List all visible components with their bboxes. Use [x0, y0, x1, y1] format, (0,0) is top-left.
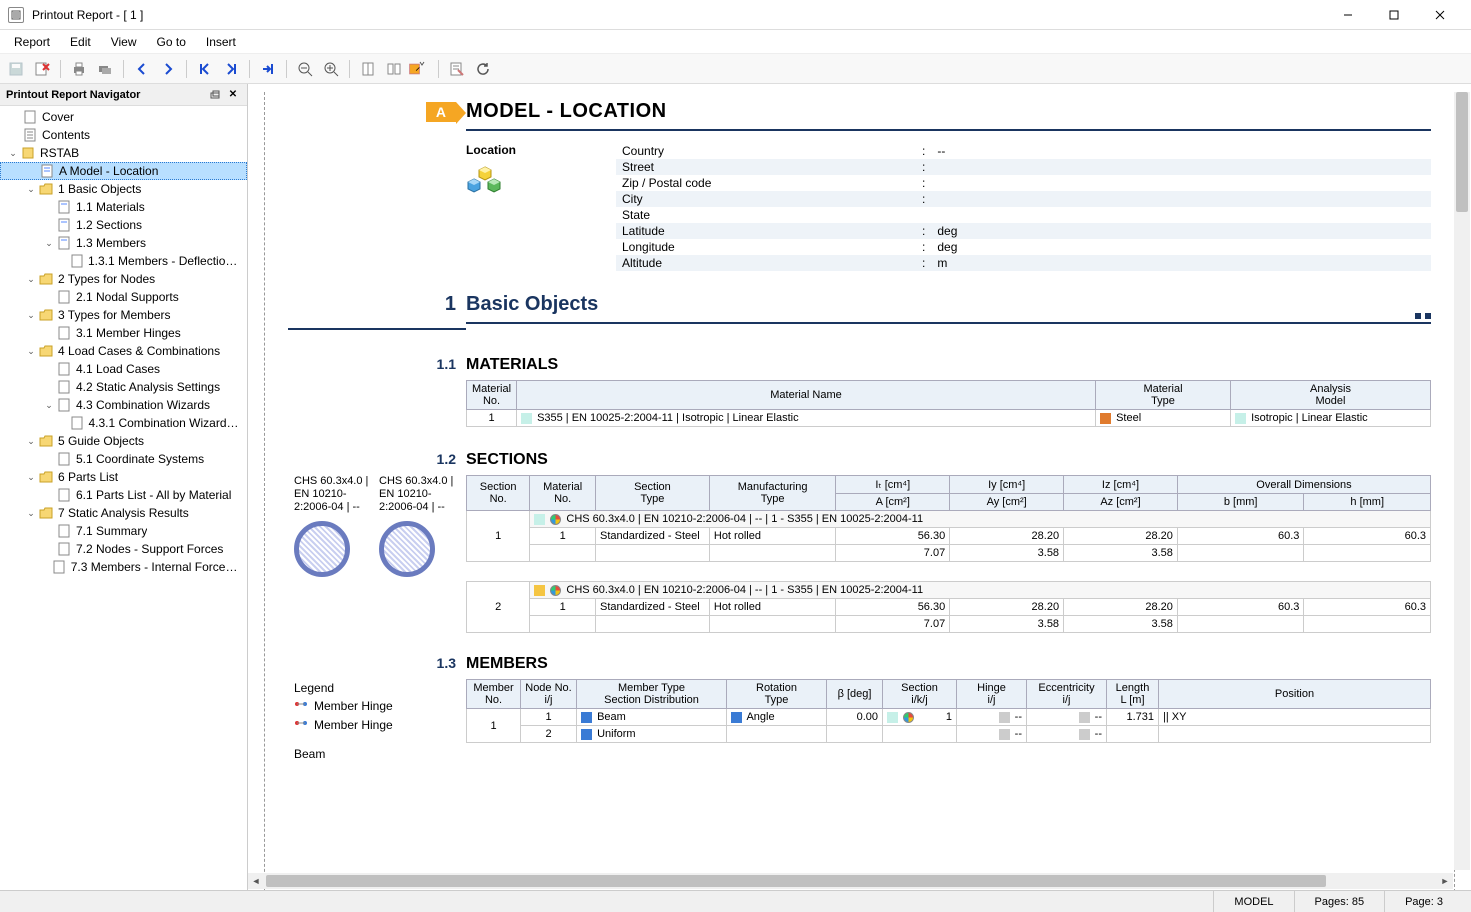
delete-report-icon[interactable] — [30, 57, 54, 81]
edit-list-icon[interactable] — [445, 57, 469, 81]
status-bar: MODEL Pages: 85 Page: 3 — [0, 890, 1471, 912]
nav-last-icon[interactable] — [219, 57, 243, 81]
two-pages-icon[interactable] — [382, 57, 406, 81]
app-icon — [8, 7, 24, 23]
tree-item-members[interactable]: ⌄1.3 Members — [0, 234, 247, 252]
section-marker-icon — [550, 514, 561, 525]
tree-item-rstab[interactable]: ⌄RSTAB — [0, 144, 247, 162]
tree-item-types-nodes[interactable]: ⌄2 Types for Nodes — [0, 270, 247, 288]
section-preview-2: CHS 60.3x4.0 | EN 10210-2:2006-04 | -- — [379, 475, 456, 577]
goto-selection-icon[interactable] — [256, 57, 280, 81]
horizontal-scrollbar[interactable]: ◄ ► — [248, 873, 1453, 889]
tree-item-contents[interactable]: Contents — [0, 126, 247, 144]
vertical-scrollbar[interactable] — [1454, 92, 1470, 870]
section-marker-icon — [550, 585, 561, 596]
materials-table: MaterialNo. Material Name MaterialType A… — [466, 380, 1431, 427]
chs-ring-icon — [379, 521, 435, 577]
status-pages: Pages: 85 — [1294, 891, 1385, 912]
section-preview-1: CHS 60.3x4.0 | EN 10210-2:2006-04 | -- — [294, 475, 371, 577]
sec13-num: 1.3 — [437, 653, 456, 671]
nav-prev-icon[interactable] — [130, 57, 154, 81]
maximize-button[interactable] — [1371, 0, 1417, 30]
menu-view[interactable]: View — [101, 33, 147, 51]
sec11-num: 1.1 — [437, 354, 456, 372]
navigator-panel: Printout Report Navigator ✕ Cover Conten… — [0, 84, 248, 890]
legend-member-hinge-2: Member Hinge — [294, 716, 456, 733]
tree-item-materials[interactable]: 1.1 Materials — [0, 198, 247, 216]
tree-item-load-cases-comb[interactable]: ⌄4 Load Cases & Combinations — [0, 342, 247, 360]
report-page: A MODEL - LOCATION Location — [264, 92, 1455, 890]
tree-item-static-results[interactable]: ⌄7 Static Analysis Results — [0, 504, 247, 522]
tree-item-coord-sys[interactable]: 5.1 Coordinate Systems — [0, 450, 247, 468]
legend-beam: Beam — [294, 747, 456, 761]
navigator-title: Printout Report Navigator — [6, 89, 140, 101]
refresh-icon[interactable] — [471, 57, 495, 81]
section-mark-icon — [1411, 308, 1431, 322]
navigator-header: Printout Report Navigator ✕ — [0, 84, 247, 106]
section-marker-icon — [903, 712, 914, 723]
tree-item-combo-wizards-sub[interactable]: 4.3.1 Combination Wizards - ... — [0, 414, 247, 432]
print-multi-icon[interactable] — [93, 57, 117, 81]
tree-item-lc[interactable]: 4.1 Load Cases — [0, 360, 247, 378]
sec11-title: MATERIALS — [466, 356, 1431, 380]
menu-insert[interactable]: Insert — [196, 33, 246, 51]
sec12-title: SECTIONS — [466, 451, 1431, 475]
location-heading: Location — [466, 143, 616, 157]
tree-item-types-members[interactable]: ⌄3 Types for Members — [0, 306, 247, 324]
chapter-title: MODEL - LOCATION — [466, 100, 1431, 129]
tree-item-member-hinges[interactable]: 3.1 Member Hinges — [0, 324, 247, 342]
navigator-tree[interactable]: Cover Contents ⌄RSTAB A Model - Location… — [0, 106, 247, 890]
members-table: MemberNo. Node No.i/j Member TypeSection… — [466, 679, 1431, 743]
navigator-close-icon[interactable]: ✕ — [225, 87, 241, 103]
menu-goto[interactable]: Go to — [147, 33, 196, 51]
sec12-num: 1.2 — [437, 449, 456, 467]
sec1-num: 1 — [445, 293, 456, 315]
zoom-out-icon[interactable] — [293, 57, 317, 81]
menu-report[interactable]: Report — [4, 33, 60, 51]
tree-item-cover[interactable]: Cover — [0, 108, 247, 126]
minimize-button[interactable] — [1325, 0, 1371, 30]
status-model: MODEL — [1213, 891, 1293, 912]
location-table: Country:-- Street: Zip / Postal code: Ci… — [616, 143, 1431, 271]
location-cubes-icon — [466, 165, 506, 204]
tree-item-parts-all[interactable]: 6.1 Parts List - All by Material — [0, 486, 247, 504]
tree-item-parts-list[interactable]: ⌄6 Parts List — [0, 468, 247, 486]
tree-item-nodal-supports[interactable]: 2.1 Nodal Supports — [0, 288, 247, 306]
save-icon[interactable] — [4, 57, 28, 81]
report-viewport[interactable]: A MODEL - LOCATION Location — [248, 84, 1471, 890]
zoom-in-icon[interactable] — [319, 57, 343, 81]
tree-item-summary[interactable]: 7.1 Summary — [0, 522, 247, 540]
tree-item-guide-objects[interactable]: ⌄5 Guide Objects — [0, 432, 247, 450]
chs-ring-icon — [294, 521, 350, 577]
tree-item-members-if[interactable]: 7.3 Members - Internal Forces by... — [0, 558, 247, 576]
navigator-dock-icon[interactable] — [207, 87, 223, 103]
page-width-icon[interactable] — [356, 57, 380, 81]
tree-item-basic-objects[interactable]: ⌄1 Basic Objects — [0, 180, 247, 198]
tree-item-a-model[interactable]: A Model - Location — [0, 162, 247, 180]
print-icon[interactable] — [67, 57, 91, 81]
menu-edit[interactable]: Edit — [60, 33, 101, 51]
nav-next-icon[interactable] — [156, 57, 180, 81]
legend-title: Legend — [294, 681, 456, 695]
toolbar — [0, 54, 1471, 84]
sec13-title: MEMBERS — [466, 655, 1431, 679]
sections-table: SectionNo. MaterialNo. SectionType Manuf… — [466, 475, 1431, 633]
tree-item-static-settings[interactable]: 4.2 Static Analysis Settings — [0, 378, 247, 396]
status-page: Page: 3 — [1384, 891, 1463, 912]
tree-item-nodes-sf[interactable]: 7.2 Nodes - Support Forces — [0, 540, 247, 558]
title-bar: Printout Report - [ 1 ] — [0, 0, 1471, 30]
chapter-badge: A — [426, 102, 456, 122]
highlight-icon[interactable] — [408, 57, 432, 81]
window-title: Printout Report - [ 1 ] — [32, 8, 143, 22]
tree-item-combo-wizards[interactable]: ⌄4.3 Combination Wizards — [0, 396, 247, 414]
tree-item-members-def[interactable]: 1.3.1 Members - Deflection C... — [0, 252, 247, 270]
close-button[interactable] — [1417, 0, 1463, 30]
sec1-title: Basic Objects — [466, 293, 1411, 322]
nav-first-icon[interactable] — [193, 57, 217, 81]
tree-item-sections[interactable]: 1.2 Sections — [0, 216, 247, 234]
menu-bar: Report Edit View Go to Insert — [0, 30, 1471, 54]
legend-member-hinge: Member Hinge — [294, 697, 456, 714]
